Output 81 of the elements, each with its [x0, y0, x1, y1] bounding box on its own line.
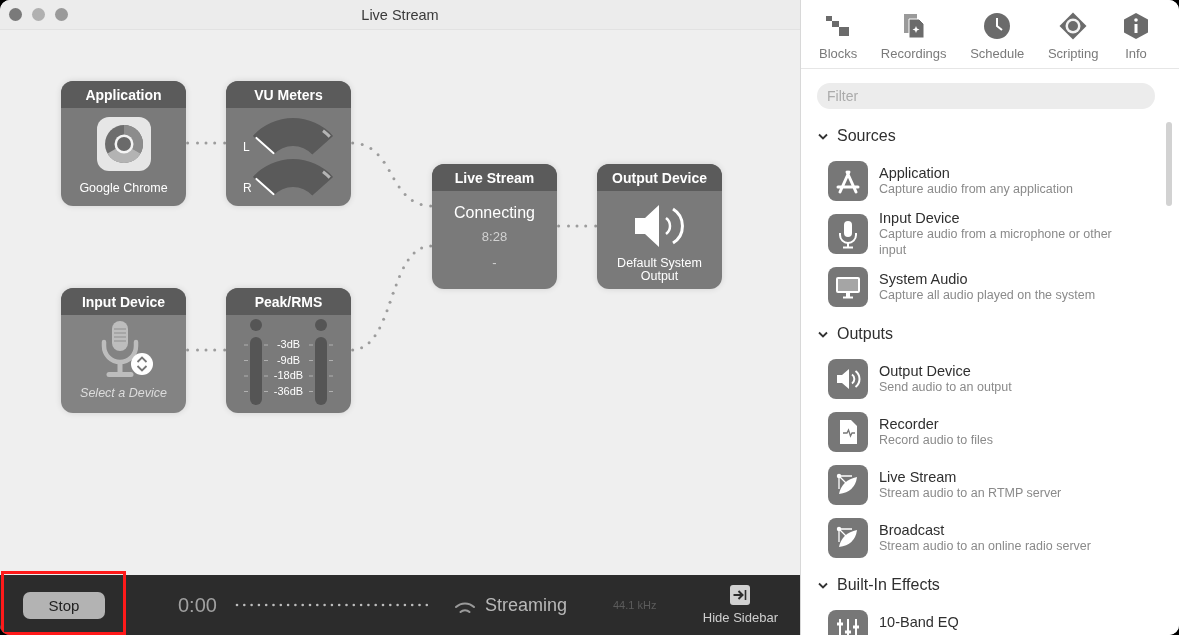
item-description: Capture audio from any application: [879, 181, 1074, 197]
clock-icon: [983, 12, 1012, 40]
info-icon: [1122, 12, 1150, 40]
block-title: Application: [61, 81, 186, 108]
satellite-dish-icon: [828, 464, 868, 505]
block-card[interactable]: Input Device Select a Device: [61, 288, 186, 413]
channel-label: R: [243, 182, 252, 195]
connector: [557, 224, 598, 228]
sidebar-tab[interactable]: Scripting: [1047, 12, 1099, 62]
item-name[interactable]: Input Device: [879, 209, 1141, 226]
scale-label: -18dB: [273, 368, 304, 383]
item-description: Stream audio to an RTMP server: [879, 484, 1063, 501]
item-name[interactable]: System Audio: [879, 270, 1141, 287]
window-title: Live Stream: [361, 6, 439, 23]
microphone-icon: [828, 213, 868, 254]
channel-label: L: [243, 141, 251, 154]
level-meter-icon: [309, 319, 333, 405]
close-button[interactable]: [9, 8, 22, 21]
chevron-icon[interactable]: [818, 581, 828, 589]
dotted-line-icon: [234, 603, 429, 607]
block-title: Output Device: [597, 164, 722, 191]
monitor-icon: [828, 266, 868, 307]
chevron-icon[interactable]: [818, 132, 828, 140]
scale-label: -36dB: [273, 383, 304, 399]
stream-detail: -: [492, 255, 497, 271]
item-description: Capture all audio played on the system: [879, 287, 1097, 303]
block-card[interactable]: Output Device Default System Output: [597, 164, 722, 289]
wifi-icon: [453, 600, 476, 614]
block-title: Input Device: [61, 288, 186, 315]
vu-gauge-icon: [252, 116, 334, 155]
block-title: VU Meters: [226, 81, 351, 108]
satellite-dish-icon: [828, 517, 868, 558]
app-name: Google Chrome: [79, 180, 168, 196]
connector: [186, 141, 227, 145]
block-title: Live Stream: [432, 164, 557, 191]
block-title: Peak/RMS: [226, 288, 351, 315]
scale-label: -9dB: [276, 352, 301, 368]
item-description: Capture audio from a microphone or other input: [879, 226, 1113, 258]
elapsed-time: 0:00: [178, 593, 217, 617]
item-description: Stream audio to an online radio server: [879, 537, 1092, 554]
item-name[interactable]: Live Stream: [879, 468, 1141, 485]
arrow-square-icon: [730, 585, 751, 605]
item-name[interactable]: Recorder: [879, 415, 1141, 432]
zoom-button[interactable]: [55, 8, 68, 21]
item-description: Send audio to an output: [879, 379, 1013, 395]
diamond-icon: [1059, 12, 1088, 40]
section-title[interactable]: Sources: [837, 127, 896, 145]
device-name: Default System Output: [616, 257, 703, 283]
speaker-icon: [828, 358, 868, 399]
sidebar-tab[interactable]: Recordings: [880, 12, 947, 62]
sidebar-tab[interactable]: Schedule: [970, 12, 1025, 62]
block-card[interactable]: Application Google Chrome: [61, 81, 186, 206]
vu-gauge-icon: [252, 157, 334, 196]
section-title[interactable]: Outputs: [837, 325, 894, 343]
stream-time: 8:28: [481, 229, 508, 245]
level-meter-icon: [244, 319, 268, 405]
item-name[interactable]: Output Device: [879, 362, 1141, 379]
a-glyph-icon: [828, 160, 868, 201]
waveform-document-icon: [828, 411, 868, 452]
circle-logo-icon: [96, 117, 151, 171]
block-card[interactable]: Live Stream Connecting 8:28 -: [432, 164, 557, 289]
streaming-status: Streaming: [484, 594, 567, 616]
device-prompt: Select a Device: [80, 385, 167, 401]
sidebar-tab[interactable]: Blocks: [819, 12, 858, 62]
hide-sidebar-button[interactable]: Hide Sidebar: [702, 585, 778, 625]
minimize-button[interactable]: [32, 8, 45, 21]
item-name[interactable]: Application: [879, 164, 1141, 181]
block-card[interactable]: Peak/RMS -3dB -9dB -18dB -36dB: [226, 288, 351, 413]
item-name[interactable]: 10-Band EQ: [879, 614, 1141, 630]
filter-field[interactable]: Filter: [817, 83, 1155, 109]
block-card[interactable]: VU Meters L R: [226, 81, 351, 206]
item-name[interactable]: Broadcast: [879, 521, 1141, 538]
scale-label: -3dB: [276, 337, 301, 352]
chevron-icon[interactable]: [818, 330, 828, 338]
item-description: Record audio to files: [879, 431, 994, 448]
stream-status: Connecting: [454, 203, 535, 223]
connector: [186, 348, 227, 352]
sidebar-tab[interactable]: Info: [1122, 12, 1150, 62]
scrollbar-thumb[interactable]: [1166, 122, 1172, 206]
section-title[interactable]: Built-In Effects: [837, 576, 940, 594]
stop-button[interactable]: Stop: [23, 591, 105, 619]
